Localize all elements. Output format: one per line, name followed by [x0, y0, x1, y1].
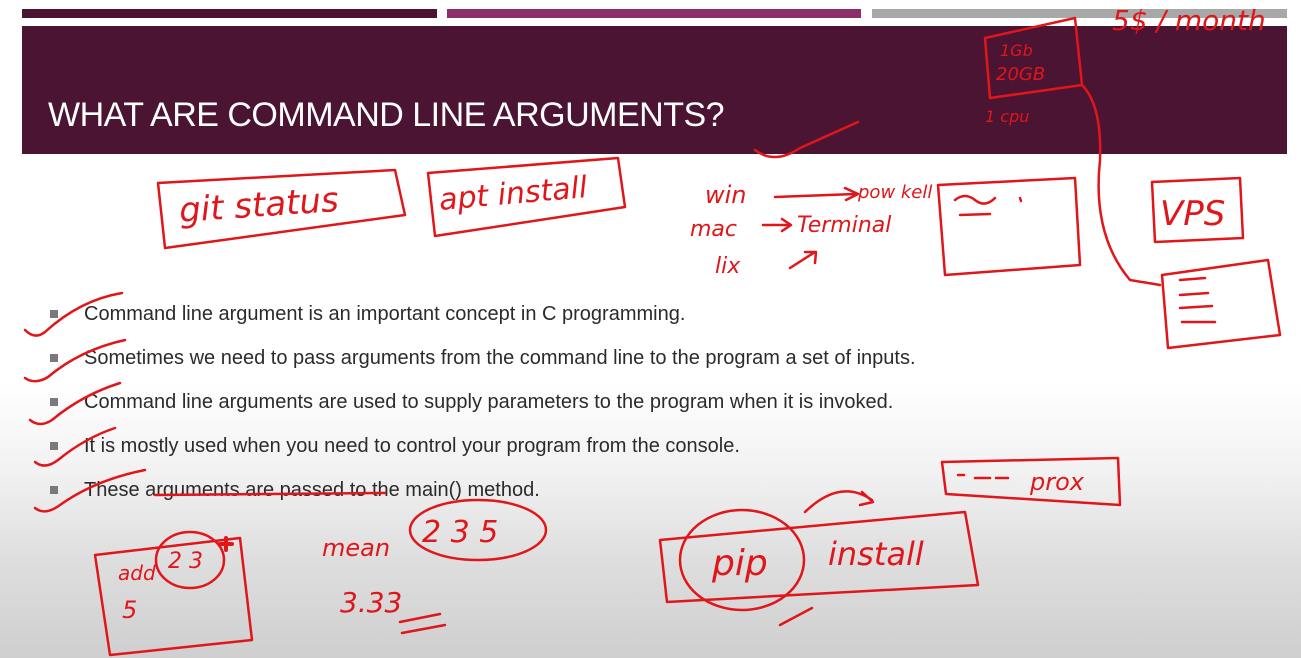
- git-status-box: [156, 168, 407, 250]
- bullet-item: These arguments are passed to the main()…: [50, 468, 916, 512]
- square-bullet-icon: [50, 398, 58, 406]
- title-banner: WHAT ARE COMMAND LINE ARGUMENTS?: [22, 26, 1287, 154]
- bullet-item: Command line arguments are used to suppl…: [50, 380, 916, 424]
- pip-text: pip: [711, 543, 768, 584]
- pow-kell-text: pow kell: [857, 182, 932, 203]
- check-mark-icon: [778, 606, 814, 627]
- bullet-text: Command line arguments are used to suppl…: [84, 390, 894, 413]
- vps-box: [1150, 176, 1245, 244]
- terminal-scribble: [953, 194, 1023, 217]
- prox-dashes: [956, 473, 1010, 480]
- document-lines: [1178, 276, 1217, 324]
- add-args-text: 2 3: [168, 549, 203, 574]
- lix-text: lix: [715, 254, 741, 279]
- progress-bar-section-3: [872, 9, 1287, 18]
- bullet-item: Sometimes we need to pass arguments from…: [50, 336, 916, 380]
- arrow-icon: [788, 250, 818, 270]
- vps-annotation: VPS: [1150, 176, 1245, 244]
- progress-bar-section-1: [22, 9, 437, 18]
- progress-bar-section-2: [447, 9, 861, 18]
- pip-install-box: [658, 510, 980, 604]
- apt-install-annotation: apt install: [426, 156, 627, 238]
- bullet-item: Command line argument is an important co…: [50, 292, 916, 336]
- add-text: add: [118, 561, 156, 585]
- square-bullet-icon: [50, 354, 58, 362]
- terminal-text: Terminal: [797, 213, 891, 238]
- add-result-text: 5: [122, 596, 137, 624]
- bullet-text: These arguments are passed to the main()…: [84, 478, 540, 501]
- mean-text: mean: [322, 534, 390, 562]
- add-example-annotation: add 2 3 5: [93, 530, 254, 657]
- document-sketch: [1160, 258, 1282, 350]
- bullet-text: Sometimes we need to pass arguments from…: [84, 346, 916, 369]
- args-circle: [154, 530, 226, 590]
- mean-args-text: 2 3 5: [422, 515, 498, 550]
- slide-title: WHAT ARE COMMAND LINE ARGUMENTS?: [48, 96, 725, 134]
- plus-icon: [218, 536, 234, 552]
- mean-example-annotation: mean 2 3 5 3.33: [322, 498, 548, 635]
- bullet-text: Command line argument is an important co…: [84, 302, 686, 325]
- square-bullet-icon: [50, 310, 58, 318]
- git-status-annotation: git status: [156, 168, 407, 250]
- install-text: install: [828, 535, 924, 573]
- terminal-sketch: [936, 176, 1082, 277]
- apt-install-text: apt install: [438, 170, 590, 218]
- prox-annotation: prox: [940, 456, 1122, 507]
- apt-install-box: [426, 156, 627, 238]
- prox-text: prox: [1029, 468, 1085, 496]
- arrow-icon: [773, 186, 860, 202]
- prox-box: [940, 456, 1122, 507]
- square-bullet-icon: [50, 442, 58, 450]
- add-box: [93, 536, 254, 657]
- git-status-text: git status: [178, 180, 340, 231]
- bullet-item: It is mostly used when you need to contr…: [50, 424, 916, 468]
- arrow-icon: [761, 217, 793, 233]
- document-box: [1160, 258, 1282, 350]
- mac-text: mac: [690, 217, 737, 242]
- bullet-text: It is mostly used when you need to contr…: [84, 434, 740, 457]
- terminal-box: [936, 176, 1082, 277]
- os-terminal-annotation: win pow kell mac Terminal lix: [690, 181, 932, 279]
- square-bullet-icon: [50, 486, 58, 494]
- double-underline: [398, 612, 447, 635]
- bullet-list: Command line argument is an important co…: [50, 292, 916, 512]
- pip-circle: [678, 508, 806, 612]
- mean-result-text: 3.33: [340, 586, 402, 619]
- win-text: win: [705, 181, 747, 209]
- vps-text: VPS: [1160, 194, 1225, 234]
